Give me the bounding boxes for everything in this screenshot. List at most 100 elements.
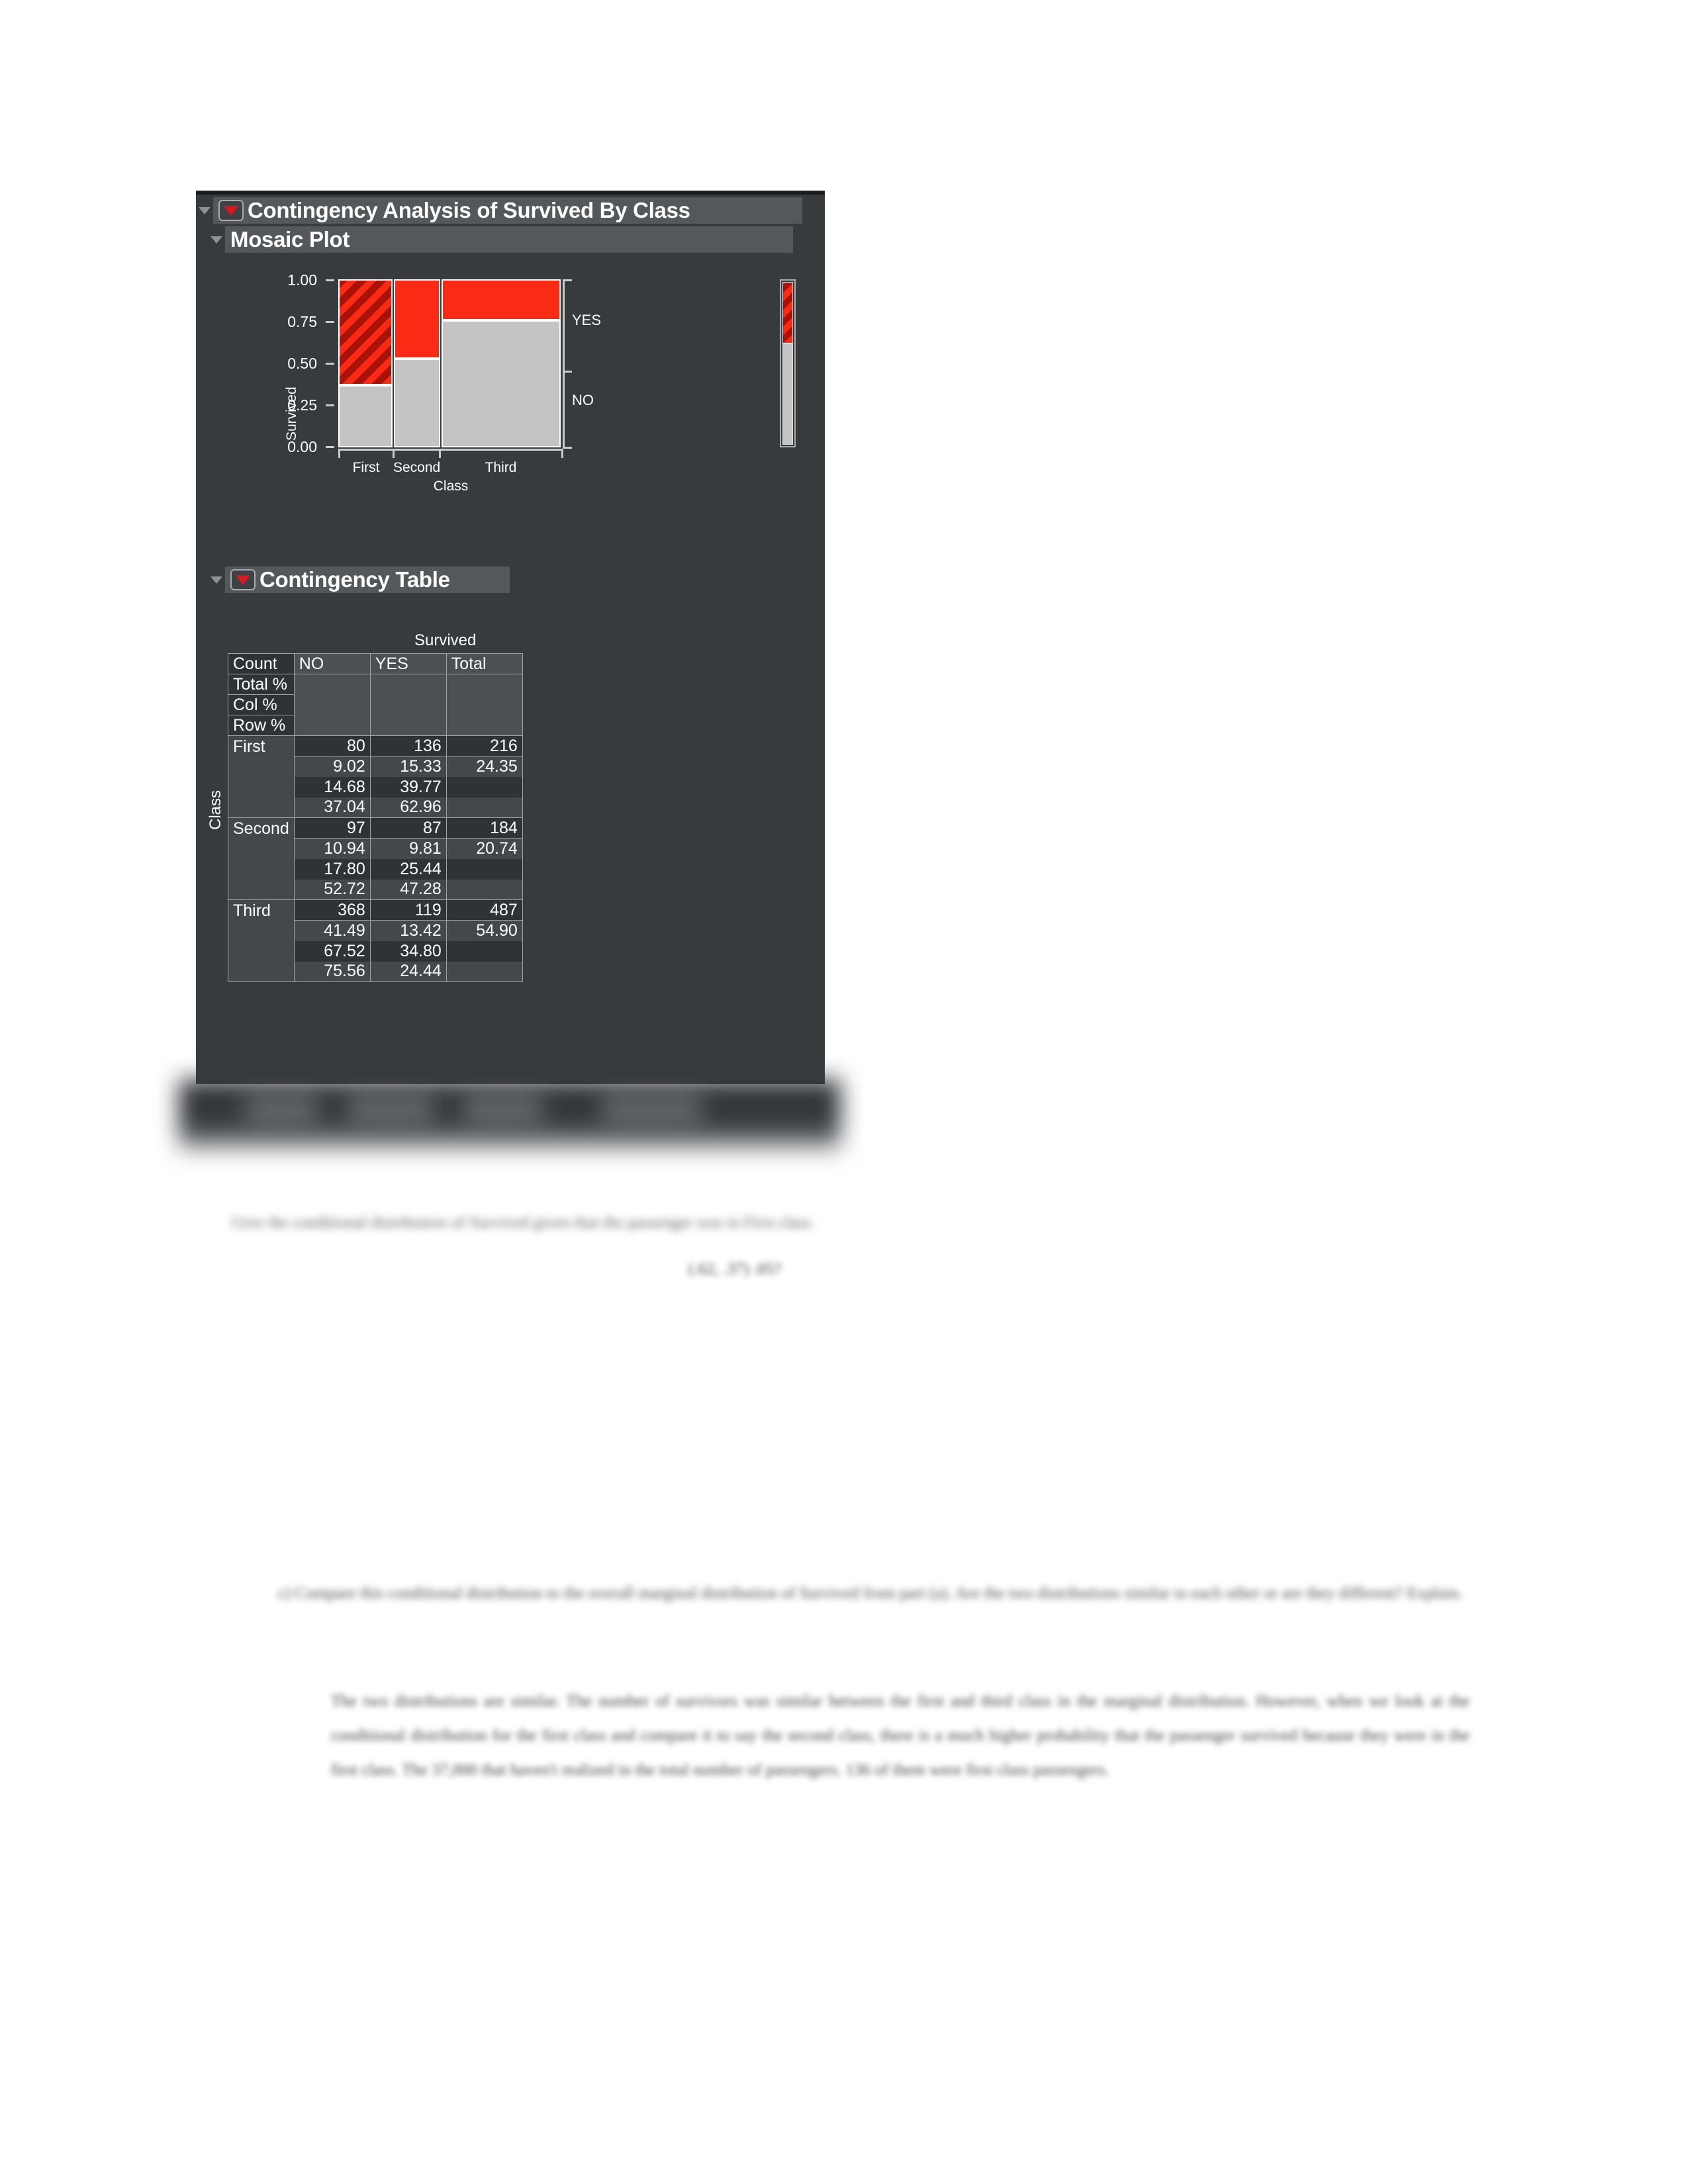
y-tick-025: 0.25: [287, 396, 317, 414]
cell-third-yes-rowpct: 24.44: [369, 961, 447, 982]
cell-second-no-totalpct: 10.94: [293, 838, 371, 859]
cell-first-total-totalpct: 24.35: [445, 756, 523, 777]
cell-third-no-colpct: 67.52: [293, 940, 371, 962]
mosaic-x-axis-label: Class: [433, 478, 469, 494]
marginal-segment-no: [782, 343, 793, 445]
y-tick-000: 0.00: [287, 438, 317, 455]
cell-third-no-totalpct: 41.49: [293, 920, 371, 941]
disclosure-triangle-icon[interactable]: [196, 197, 213, 224]
y-tick-050: 0.50: [287, 355, 317, 372]
cell-first-yes-colpct: 39.77: [369, 776, 447, 797]
contingency-table-grid: Count NO YES Total Total % Col % Row % F…: [228, 653, 523, 982]
row-label-first: First: [228, 735, 295, 818]
cell-first-no-totalpct: 9.02: [293, 756, 371, 777]
cell-third-total-count: 487: [445, 899, 523, 921]
cell-second-total-colpct: [445, 858, 523, 880]
mosaic-cell-second-no[interactable]: [393, 359, 440, 447]
table-header-row-4: Row %: [228, 715, 523, 736]
mosaic-cell-first-yes[interactable]: [338, 279, 393, 385]
table-header-row-3: Col %: [228, 694, 523, 715]
marginal-segment-yes: [782, 282, 793, 343]
header-spacer-yes-2: [369, 694, 447, 715]
cell-second-total-count: 184: [445, 817, 523, 839]
outline-title-row: Contingency Analysis of Survived By Clas…: [196, 197, 825, 224]
mosaic-column-second[interactable]: [393, 279, 440, 447]
mosaic-cell-third-no[interactable]: [441, 320, 561, 447]
mosaic-cell-first-no[interactable]: [338, 385, 393, 447]
cell-third-no-rowpct: 75.56: [293, 961, 371, 982]
right-label-no: NO: [572, 392, 594, 408]
cell-second-yes-rowpct: 47.28: [369, 879, 447, 900]
header-spacer-total-1: [445, 674, 523, 695]
cell-second-yes-count: 87: [369, 817, 447, 839]
cell-third-total-rowpct: [445, 961, 523, 982]
caption-sub: (.62, .37) .05?: [688, 1260, 782, 1278]
cell-second-no-rowpct: 52.72: [293, 879, 371, 900]
right-axis-line: [563, 279, 565, 449]
table-row-group-label: Class: [207, 790, 224, 830]
y-tick-075: 0.75: [287, 313, 317, 330]
mosaic-columns: [338, 279, 561, 447]
x-tick-label-second: Second: [393, 460, 441, 475]
cell-second-yes-totalpct: 9.81: [369, 838, 447, 859]
header-spacer-total-3: [445, 715, 523, 736]
x-tick-2: [439, 449, 441, 458]
disclosure-triangle-icon-mosaic[interactable]: [208, 226, 225, 253]
y-tickmark-000: [326, 446, 334, 448]
x-axis-line: [338, 449, 563, 451]
stat-label-count: Count: [228, 653, 295, 674]
cell-third-total-colpct: [445, 940, 523, 962]
cell-third-yes-count: 119: [369, 899, 447, 921]
stat-label-row-pct: Row %: [228, 715, 295, 736]
mosaic-plot-header: Mosaic Plot: [225, 226, 793, 253]
mosaic-cell-second-yes[interactable]: [393, 279, 440, 359]
table-row: Third 368 119 487: [228, 899, 523, 982]
table-row: First 80 136 216: [228, 735, 523, 818]
table-header-row-2: Total %: [228, 674, 523, 695]
mosaic-column-first[interactable]: [338, 279, 393, 447]
y-tickmark-050: [326, 363, 334, 365]
answer-paragraph: The two distributions are similar. The n…: [331, 1692, 1470, 1779]
column-header-yes: YES: [369, 653, 447, 674]
cell-third-yes-colpct: 34.80: [369, 940, 447, 962]
disclosure-triangle-icon-table[interactable]: [208, 567, 225, 593]
x-tick-0: [338, 449, 340, 458]
table-column-group-label: Survived: [414, 631, 477, 649]
y-tickmark-025: [326, 404, 334, 406]
y-tickmark-075: [326, 321, 334, 323]
table-row: Second 97 87 184: [228, 817, 523, 900]
row-label-third: Third: [228, 899, 295, 982]
cell-first-yes-rowpct: 62.96: [369, 797, 447, 818]
right-tick-bottom: [563, 447, 572, 449]
cell-first-no-count: 80: [293, 735, 371, 756]
cell-second-total-totalpct: 20.74: [445, 838, 523, 859]
header-spacer-yes-1: [369, 674, 447, 695]
cell-first-total-colpct: [445, 776, 523, 797]
cell-first-no-colpct: 14.68: [293, 776, 371, 797]
header-spacer-no-1: [293, 674, 371, 695]
cell-first-yes-count: 136: [369, 735, 447, 756]
mosaic-column-third[interactable]: [441, 279, 561, 447]
question-c: c) Compare this conditional distribution…: [278, 1584, 1463, 1602]
y-tickmark-1: [326, 279, 334, 281]
cell-first-total-rowpct: [445, 797, 523, 818]
red-triangle-menu-icon[interactable]: [218, 200, 244, 221]
contingency-table-header: Contingency Table: [225, 567, 510, 593]
red-triangle-menu-icon-table[interactable]: [230, 569, 256, 590]
right-label-yes: YES: [572, 312, 602, 328]
cell-third-total-totalpct: 54.90: [445, 920, 523, 941]
header-spacer-yes-3: [369, 715, 447, 736]
stat-label-total-pct: Total %: [228, 674, 295, 695]
outline-title-label: Contingency Analysis of Survived By Clas…: [248, 198, 690, 222]
cell-second-no-colpct: 17.80: [293, 858, 371, 880]
mosaic-cell-third-yes[interactable]: [441, 279, 561, 321]
mosaic-plot-section-row: Mosaic Plot: [196, 226, 825, 253]
cell-first-total-count: 216: [445, 735, 523, 756]
marginal-response-strip[interactable]: [780, 279, 796, 447]
x-tick-1: [393, 449, 395, 458]
cell-second-no-count: 97: [293, 817, 371, 839]
jmp-analysis-window: Contingency Analysis of Survived By Clas…: [196, 191, 825, 1084]
table-header-row-1: Count NO YES Total: [228, 653, 523, 674]
mosaic-plot-title: Mosaic Plot: [230, 227, 350, 251]
contingency-table-title: Contingency Table: [259, 567, 450, 592]
